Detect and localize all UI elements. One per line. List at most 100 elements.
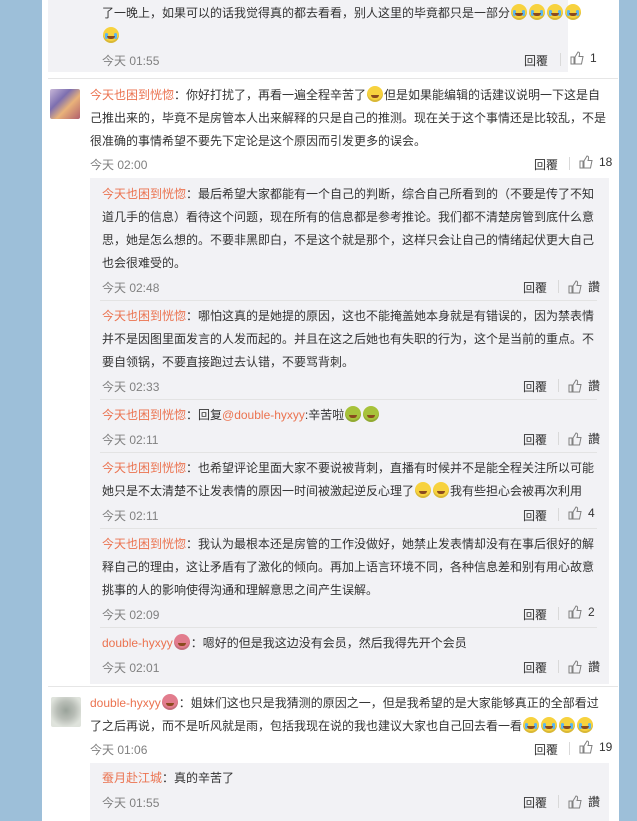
thumbs-up-icon [579, 740, 593, 754]
reply-time: 今天 01:55 [102, 796, 160, 810]
reply-time: 今天 02:11 [102, 433, 159, 447]
laughing-emoji-icon [367, 86, 384, 102]
cheer-emoji-icon [345, 406, 362, 422]
comment-text: 了之后再说，而不是听风就是雨，包括我现在说的我也建议大家也自己回去看一看 [90, 715, 610, 738]
reply-text-line: ：哪怕这真的是她提的原因，这也不能掩盖她本身就是有错误的，因为禁表情 [186, 309, 595, 323]
reply-button[interactable]: 回覆 [534, 741, 558, 758]
reply-text-line: ：最后希望大家都能有一个自己的判断，综合自己所看到的（不要是传了不知 [186, 187, 595, 201]
comment-text: 了一晚上，如果可以的话我觉得真的都去看看，别人这里的毕竟都只是一部分 [102, 2, 602, 25]
reply-prefix: ：回复 [186, 408, 223, 422]
reply-suffix: :辛苦啦 [304, 408, 345, 422]
separator [558, 432, 559, 445]
like-count: 1 [590, 51, 597, 65]
like-count: 19 [599, 740, 613, 754]
reply-author[interactable]: 今天也困到恍惚 [102, 187, 186, 201]
comment-text-line: ：姐妹们这也只是我猜测的原因之一，但是我希望的是大家能够真正的全部看过 [178, 696, 599, 710]
reply-button[interactable]: 回覆 [523, 431, 547, 448]
reply-button[interactable]: 回覆 [523, 794, 547, 811]
reply-text-line: 挑事的人的影响使得沟通和理解意思之间产生误解。 [102, 583, 379, 597]
comment-author[interactable]: double-hyxyy [90, 696, 161, 710]
reply-text-line: 思，她是怎么想的。不要非黑即白，不是这个就是那个，这样只会让自己的情绪起伏更大自… [102, 233, 595, 247]
page-background [619, 0, 637, 821]
reply-button[interactable]: 回覆 [523, 659, 547, 676]
comment-text-line: 了之后再说，而不是听风就是雨，包括我现在说的我也建议大家也自己回去看一看 [90, 719, 523, 733]
separator [560, 53, 561, 66]
reply-author[interactable]: 今天也困到恍惚 [102, 461, 186, 475]
reply-button[interactable]: 回覆 [524, 52, 548, 69]
like-button[interactable]: 2 [568, 605, 595, 619]
like-button[interactable]: 讚 [568, 658, 600, 675]
like-button[interactable]: 讚 [568, 377, 600, 394]
reply-author[interactable]: 今天也困到恍惚 [102, 309, 186, 323]
reply-text-line: 要自领锅，不要直接跑过去认错，不要骂背刺。 [102, 355, 355, 369]
crying-emoji-icon [547, 4, 564, 20]
reply-button[interactable]: 回覆 [523, 606, 547, 623]
reply-author[interactable]: 蚕月赴江城 [102, 771, 162, 785]
crying-emoji-icon [577, 717, 594, 733]
reply-button[interactable]: 回覆 [523, 378, 547, 395]
comment-divider [48, 78, 618, 79]
separator [569, 157, 570, 170]
separator [558, 795, 559, 808]
reply-text-line: 道几手的信息）看待这个问题，现在所有的信息都是参考推论。我们都不清楚房管到底什么… [102, 210, 595, 224]
like-count: 2 [588, 605, 595, 619]
reply-author[interactable]: double-hyxyy [102, 636, 173, 650]
comment-time: 今天 02:00 [90, 158, 148, 172]
reply-text: 她只是不太清楚不让发表情的原因一时间被激起逆反心理了 我有些担心会被再次利用 [102, 480, 602, 503]
reply-divider [100, 627, 597, 628]
pig-emoji-icon [173, 634, 190, 650]
avatar[interactable] [51, 697, 81, 727]
like-button[interactable]: 讚 [568, 430, 600, 447]
reply-text-line: 她只是不太清楚不让发表情的原因一时间被激起逆反心理了 [102, 484, 415, 498]
crying-emoji-icon [529, 4, 546, 20]
reply-author[interactable]: 今天也困到恍惚 [102, 537, 186, 551]
reply-button[interactable]: 回覆 [523, 279, 547, 296]
like-count: 4 [588, 506, 595, 520]
crying-emoji-icon [523, 717, 540, 733]
like-button[interactable]: 18 [579, 155, 612, 169]
like-button[interactable]: 19 [579, 740, 612, 754]
comment-author[interactable]: 今天也困到恍惚 [90, 88, 174, 102]
thumbs-up-icon [568, 431, 582, 445]
reply-text-line: 并不是因图里面发言的人发而起的。并且在这之后她也有失职的行为，这个是当前的重点。… [102, 332, 595, 346]
thumbs-up-icon [568, 279, 582, 293]
reply-time: 今天 02:01 [102, 661, 160, 675]
reply-text: 今天也困到恍惚：也希望评论里面大家不要说被背刺，直播有时候并不是能全程关注所以可… [102, 457, 602, 480]
like-label: 讚 [588, 432, 601, 446]
like-button[interactable]: 1 [570, 51, 597, 65]
separator [558, 660, 559, 673]
reply-text-line: ：真的辛苦了 [162, 771, 235, 785]
mention-link[interactable]: @double-hyxyy [222, 408, 305, 422]
reply-text: 今天也困到恍惚：我认为最根本还是房管的工作没做好，她禁止发表情却没有在事后很好的… [102, 533, 602, 556]
reply-button[interactable]: 回覆 [534, 156, 558, 173]
crying-emoji-icon [565, 4, 582, 20]
separator [569, 742, 570, 755]
like-button[interactable]: 讚 [568, 793, 600, 810]
separator [558, 607, 559, 620]
reply-text: 蚕月赴江城：真的辛苦了 [102, 767, 602, 790]
thumbs-up-icon [579, 155, 593, 169]
comment-text-line: 但是如果能编辑的话建议说明一下这是自 [384, 88, 601, 102]
crying-emoji-icon [103, 27, 119, 43]
reply-text-line: ：也希望评论里面大家不要说被背刺，直播有时候并不是能全程关注所以可能 [186, 461, 595, 475]
comment-text-line: ：你好打扰了，再看一遍全程辛苦了 [174, 88, 367, 102]
separator [558, 280, 559, 293]
separator [558, 508, 559, 521]
avatar[interactable] [50, 89, 80, 119]
like-button[interactable]: 4 [568, 506, 595, 520]
crying-emoji-icon [511, 4, 528, 20]
reply-divider [100, 528, 597, 529]
comment-text [102, 25, 120, 48]
like-label: 讚 [588, 795, 601, 809]
reply-text-line: 我有些担心会被再次利用 [450, 484, 583, 498]
reply-author[interactable]: 今天也困到恍惚 [102, 408, 186, 422]
comment-text-line: 很准确的事情希望不要先下定论是这个原因而引发更多的误会。 [90, 134, 427, 148]
thumbs-up-icon [570, 51, 584, 65]
like-button[interactable]: 讚 [568, 278, 600, 295]
comment-text: 今天也困到恍惚：你好打扰了，再看一遍全程辛苦了 但是如果能编辑的话建议说明一下这是… [90, 84, 610, 107]
reply-button[interactable]: 回覆 [523, 507, 547, 524]
like-label: 讚 [588, 379, 601, 393]
thumbs-up-icon [568, 794, 582, 808]
reply-time: 今天 02:48 [102, 281, 160, 295]
laughing-emoji-icon [433, 482, 450, 498]
